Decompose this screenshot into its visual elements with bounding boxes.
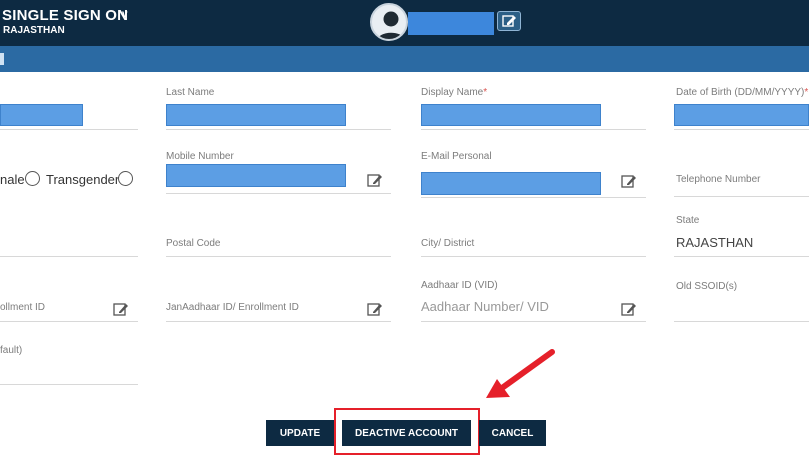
last-name-underline: [166, 129, 391, 130]
gender-transgender-label: Transgender: [46, 172, 120, 187]
gender-female-label: nale: [0, 172, 25, 187]
update-button[interactable]: UPDATE: [266, 420, 334, 446]
mobile-label: Mobile Number: [166, 151, 234, 162]
user-silhouette-icon: [377, 11, 405, 39]
aadhaar-label: Aadhaar ID (VID): [421, 280, 498, 291]
state-underline: [674, 256, 809, 257]
edit-mobile-icon[interactable]: [367, 173, 383, 187]
email-field[interactable]: [421, 172, 601, 195]
address-underline: [0, 256, 138, 257]
first-name-underline: [0, 129, 138, 130]
display-name-box: [408, 12, 494, 35]
gender-transgender-radio[interactable]: [118, 171, 133, 186]
edit-aadhaar-icon[interactable]: [621, 302, 637, 316]
postal-code-underline: [166, 256, 391, 257]
dob-field[interactable]: [674, 104, 809, 126]
cancel-button[interactable]: CANCEL: [479, 420, 546, 446]
edit-enrollment-icon[interactable]: [113, 302, 129, 316]
last-name-field[interactable]: [166, 104, 346, 126]
edit-janaadhaar-icon[interactable]: [367, 302, 383, 316]
edit-icon: [502, 15, 516, 27]
display-name-underline: [421, 129, 646, 130]
last-name-label: Last Name: [166, 87, 215, 98]
city-label: City/ District: [421, 238, 475, 249]
aadhaar-underline: [421, 321, 646, 322]
mobile-field[interactable]: [166, 164, 346, 187]
dob-label: Date of Birth (DD/MM/YYYY)*: [676, 87, 809, 98]
section-bar: [0, 46, 809, 72]
gender-female-radio[interactable]: [25, 171, 40, 186]
janaadhaar-underline: [166, 321, 391, 322]
city-underline: [421, 256, 646, 257]
red-arrow-annotation: [486, 349, 555, 398]
janaadhaar-label: JanAadhaar ID/ Enrollment ID: [166, 302, 299, 313]
chevron-down-icon[interactable]: v: [122, 9, 128, 20]
email-underline: [421, 197, 646, 198]
default-label: fault): [0, 345, 23, 356]
mobile-underline: [166, 193, 391, 194]
telephone-label: Telephone Number: [676, 174, 761, 185]
state-label: State: [676, 215, 700, 226]
edit-email-icon[interactable]: [621, 174, 637, 188]
enrollment-id-underline: [0, 321, 138, 322]
app-subtitle: RAJASTHAN: [3, 25, 65, 36]
section-marker: [0, 53, 4, 65]
old-ssoid-label: Old SSOID(s): [676, 281, 738, 292]
enrollment-id-label: ollment ID: [0, 302, 46, 313]
telephone-underline: [674, 196, 809, 197]
deactivate-account-button[interactable]: DEACTIVE ACCOUNT: [342, 420, 471, 446]
edit-profile-button[interactable]: [497, 11, 521, 31]
default-underline: [0, 384, 138, 385]
dob-underline: [674, 129, 809, 130]
display-name-label: Display Name*: [421, 87, 488, 98]
postal-code-label: Postal Code: [166, 238, 221, 249]
avatar[interactable]: [370, 3, 408, 41]
display-name-field[interactable]: [421, 104, 601, 126]
email-label: E-Mail Personal: [421, 151, 492, 162]
old-ssoid-underline: [674, 321, 809, 322]
aadhaar-input[interactable]: Aadhaar Number/ VID: [421, 299, 549, 314]
app-title[interactable]: SINGLE SIGN ON: [2, 7, 128, 24]
state-value[interactable]: RAJASTHAN: [676, 235, 753, 250]
top-header: SINGLE SIGN ON v RAJASTHAN: [0, 0, 809, 46]
first-name-field[interactable]: [0, 104, 83, 126]
